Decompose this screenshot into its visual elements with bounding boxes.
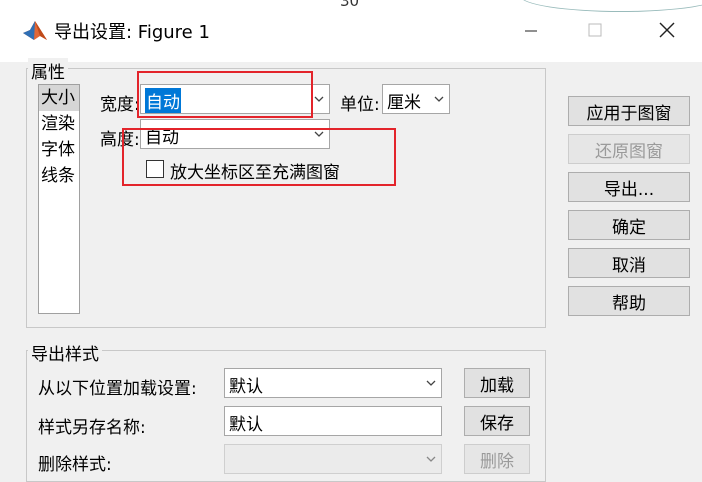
chevron-down-icon xyxy=(434,96,444,102)
load-button[interactable]: 加载 xyxy=(464,368,530,398)
delete-style-dropdown[interactable] xyxy=(224,444,442,474)
minimize-icon xyxy=(525,30,537,32)
annotation-box-width xyxy=(137,71,313,118)
load-settings-value: 默认 xyxy=(229,377,263,397)
units-dropdown[interactable]: 厘米 xyxy=(382,84,450,114)
save-button[interactable]: 保存 xyxy=(464,406,530,436)
load-settings-label: 从以下位置加载设置: xyxy=(38,379,197,399)
close-button[interactable] xyxy=(644,14,690,46)
close-icon xyxy=(659,22,675,38)
property-category-list[interactable]: 大小 渲染 字体 线条 xyxy=(38,84,80,314)
restore-figure-button[interactable]: 还原图窗 xyxy=(568,134,690,164)
export-button[interactable]: 导出... xyxy=(568,172,690,202)
chevron-down-icon xyxy=(426,380,436,386)
matlab-logo-icon xyxy=(22,18,48,44)
maximize-button[interactable] xyxy=(572,14,618,46)
window-title: 导出设置: Figure 1 xyxy=(54,22,210,43)
ok-button[interactable]: 确定 xyxy=(568,210,690,240)
category-item-rendering[interactable]: 渲染 xyxy=(39,111,79,137)
units-value: 厘米 xyxy=(387,93,421,113)
units-label: 单位: xyxy=(340,95,380,115)
apply-to-figure-button[interactable]: 应用于图窗 xyxy=(568,96,690,126)
load-settings-dropdown[interactable]: 默认 xyxy=(224,368,442,398)
save-style-label: 样式另存名称: xyxy=(38,418,146,438)
minimize-button[interactable] xyxy=(508,14,554,46)
category-item-lines[interactable]: 线条 xyxy=(39,163,79,189)
annotation-box-expand xyxy=(122,128,396,186)
save-style-name-value: 默认 xyxy=(229,415,263,435)
maximize-icon xyxy=(588,23,602,37)
background-figure-strip: 30 xyxy=(0,0,702,14)
chevron-down-icon xyxy=(314,96,324,102)
properties-group-label: 属性 xyxy=(28,58,68,83)
export-styles-group-label: 导出样式 xyxy=(28,340,102,365)
delete-button[interactable]: 删除 xyxy=(464,444,530,474)
background-axis-tick: 30 xyxy=(340,0,360,10)
width-label: 宽度: xyxy=(100,95,140,115)
save-style-name-input[interactable]: 默认 xyxy=(224,406,442,436)
cancel-button[interactable]: 取消 xyxy=(568,248,690,278)
help-button[interactable]: 帮助 xyxy=(568,286,690,316)
category-item-size[interactable]: 大小 xyxy=(39,85,79,111)
background-plot-arc xyxy=(520,0,702,12)
category-item-fonts[interactable]: 字体 xyxy=(39,137,79,163)
